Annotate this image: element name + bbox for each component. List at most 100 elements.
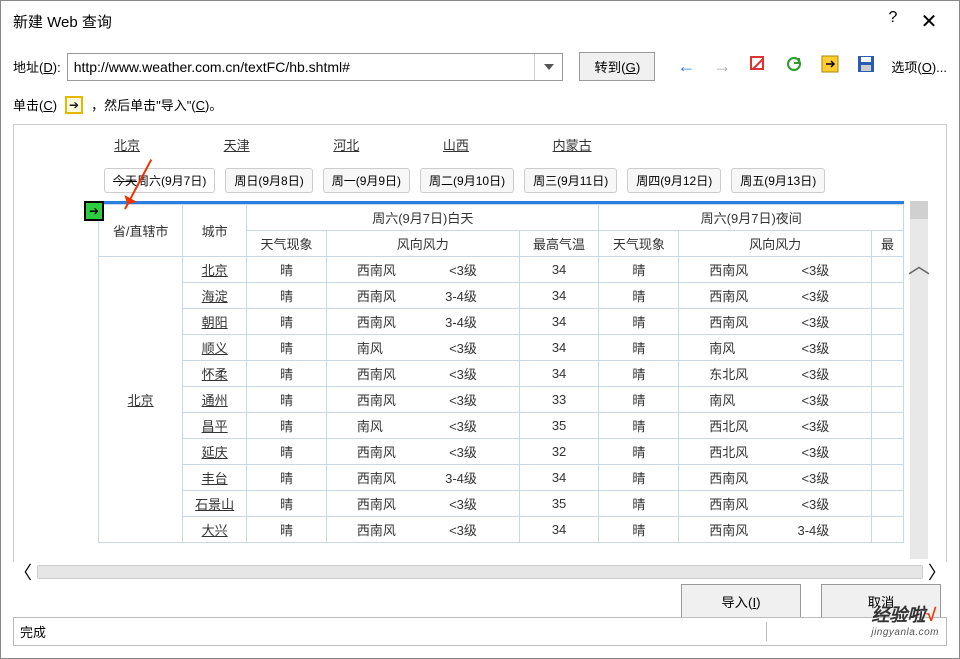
- province-link[interactable]: 内蒙古: [553, 138, 592, 153]
- import-button[interactable]: 导入(I): [681, 584, 801, 618]
- day-high: 34: [519, 517, 599, 543]
- table-select-marker[interactable]: ➜: [84, 201, 104, 221]
- go-button[interactable]: 转到(G): [579, 52, 655, 81]
- stop-icon[interactable]: [749, 55, 767, 78]
- city-cell[interactable]: 石景山: [183, 491, 247, 517]
- province-link[interactable]: 北京: [114, 138, 140, 153]
- day-wind: 西南风<3级: [326, 361, 519, 387]
- night-weather: 晴: [599, 257, 679, 283]
- city-cell[interactable]: 怀柔: [183, 361, 247, 387]
- city-cell[interactable]: 昌平: [183, 413, 247, 439]
- night-low: [872, 257, 904, 283]
- city-cell[interactable]: 丰台: [183, 465, 247, 491]
- table-row: 大兴晴西南风<3级34晴西南风3-4级: [99, 517, 904, 543]
- day-weather: 晴: [247, 387, 327, 413]
- select-marker-icon: [65, 96, 83, 114]
- col-night: 周六(9月7日)夜间: [599, 205, 904, 231]
- scrollbar-track[interactable]: [37, 565, 923, 579]
- day-weather: 晴: [247, 439, 327, 465]
- web-content: 北京 天津 河北 山西 内蒙古 今天周六(9月7日) 周日(9月8日) 周一(9…: [13, 124, 947, 570]
- table-row: 顺义晴南风<3级34晴南风<3级: [99, 335, 904, 361]
- day-wind: 西南风<3级: [326, 491, 519, 517]
- night-weather: 晴: [599, 335, 679, 361]
- province-link[interactable]: 山西: [443, 138, 469, 153]
- horizontal-scrollbar[interactable]: 〈 〉: [13, 562, 947, 582]
- date-tab[interactable]: 周五(9月13日): [731, 168, 825, 193]
- day-high: 34: [519, 257, 599, 283]
- day-weather: 晴: [247, 309, 327, 335]
- night-weather: 晴: [599, 361, 679, 387]
- close-button[interactable]: ✕: [911, 9, 947, 34]
- night-low: [872, 335, 904, 361]
- date-tab[interactable]: 周一(9月9日): [323, 168, 410, 193]
- night-low: [872, 465, 904, 491]
- day-weather: 晴: [247, 491, 327, 517]
- night-low: [872, 439, 904, 465]
- day-wind: 西南风3-4级: [326, 283, 519, 309]
- help-button[interactable]: ?: [875, 9, 911, 34]
- hide-icon[interactable]: [821, 55, 839, 78]
- address-dropdown[interactable]: [534, 54, 562, 80]
- night-weather: 晴: [599, 413, 679, 439]
- date-tab[interactable]: 周四(9月12日): [627, 168, 721, 193]
- day-weather: 晴: [247, 465, 327, 491]
- status-bar: 完成: [13, 617, 947, 646]
- night-low: [872, 413, 904, 439]
- night-low: [872, 387, 904, 413]
- refresh-icon[interactable]: [785, 55, 803, 78]
- day-weather: 晴: [247, 361, 327, 387]
- save-icon[interactable]: [857, 55, 875, 78]
- address-label: 地址(D):: [13, 57, 61, 76]
- night-wind: 东北风<3级: [679, 361, 872, 387]
- province-link[interactable]: 天津: [224, 138, 250, 153]
- vertical-scrollbar[interactable]: ︿: [910, 201, 928, 559]
- day-wind: 西南风3-4级: [326, 309, 519, 335]
- day-high: 32: [519, 439, 599, 465]
- col-weather: 天气现象: [599, 231, 679, 257]
- night-weather: 晴: [599, 491, 679, 517]
- province-tabs: 北京 天津 河北 山西 内蒙古: [14, 125, 946, 162]
- table-row: 朝阳晴西南风3-4级34晴西南风<3级: [99, 309, 904, 335]
- night-low: [872, 361, 904, 387]
- city-cell[interactable]: 大兴: [183, 517, 247, 543]
- city-cell[interactable]: 海淀: [183, 283, 247, 309]
- col-day: 周六(9月7日)白天: [247, 205, 599, 231]
- day-weather: 晴: [247, 413, 327, 439]
- date-tab[interactable]: 今天周六(9月7日): [104, 168, 215, 193]
- city-cell[interactable]: 朝阳: [183, 309, 247, 335]
- table-row: 延庆晴西南风<3级32晴西北风<3级: [99, 439, 904, 465]
- date-tab[interactable]: 周二(9月10日): [420, 168, 514, 193]
- day-weather: 晴: [247, 335, 327, 361]
- day-high: 34: [519, 335, 599, 361]
- day-high: 35: [519, 491, 599, 517]
- col-high: 最高气温: [519, 231, 599, 257]
- date-tab[interactable]: 周日(9月8日): [225, 168, 312, 193]
- city-cell[interactable]: 北京: [183, 257, 247, 283]
- night-weather: 晴: [599, 465, 679, 491]
- night-weather: 晴: [599, 283, 679, 309]
- table-row: 怀柔晴西南风<3级34晴东北风<3级: [99, 361, 904, 387]
- status-text: 完成: [20, 622, 760, 641]
- night-wind: 西南风<3级: [679, 491, 872, 517]
- province-link[interactable]: 河北: [333, 138, 359, 153]
- province-cell: 北京: [99, 257, 183, 543]
- back-icon[interactable]: ←: [677, 56, 695, 77]
- night-wind: 西南风<3级: [679, 257, 872, 283]
- city-cell[interactable]: 延庆: [183, 439, 247, 465]
- options-link[interactable]: 选项(O)...: [891, 57, 947, 76]
- night-wind: 西北风<3级: [679, 439, 872, 465]
- date-tab[interactable]: 周三(9月11日): [524, 168, 617, 193]
- night-wind: 南风<3级: [679, 335, 872, 361]
- address-input[interactable]: [68, 54, 535, 80]
- table-row: 海淀晴西南风3-4级34晴西南风<3级: [99, 283, 904, 309]
- scroll-left-icon[interactable]: 〈: [13, 562, 33, 582]
- city-cell[interactable]: 通州: [183, 387, 247, 413]
- scroll-up-icon[interactable]: ︿: [910, 249, 928, 279]
- day-wind: 西南风<3级: [326, 517, 519, 543]
- scroll-right-icon[interactable]: 〉: [927, 562, 947, 582]
- night-low: [872, 517, 904, 543]
- night-weather: 晴: [599, 387, 679, 413]
- city-cell[interactable]: 顺义: [183, 335, 247, 361]
- night-wind: 西南风<3级: [679, 309, 872, 335]
- night-weather: 晴: [599, 309, 679, 335]
